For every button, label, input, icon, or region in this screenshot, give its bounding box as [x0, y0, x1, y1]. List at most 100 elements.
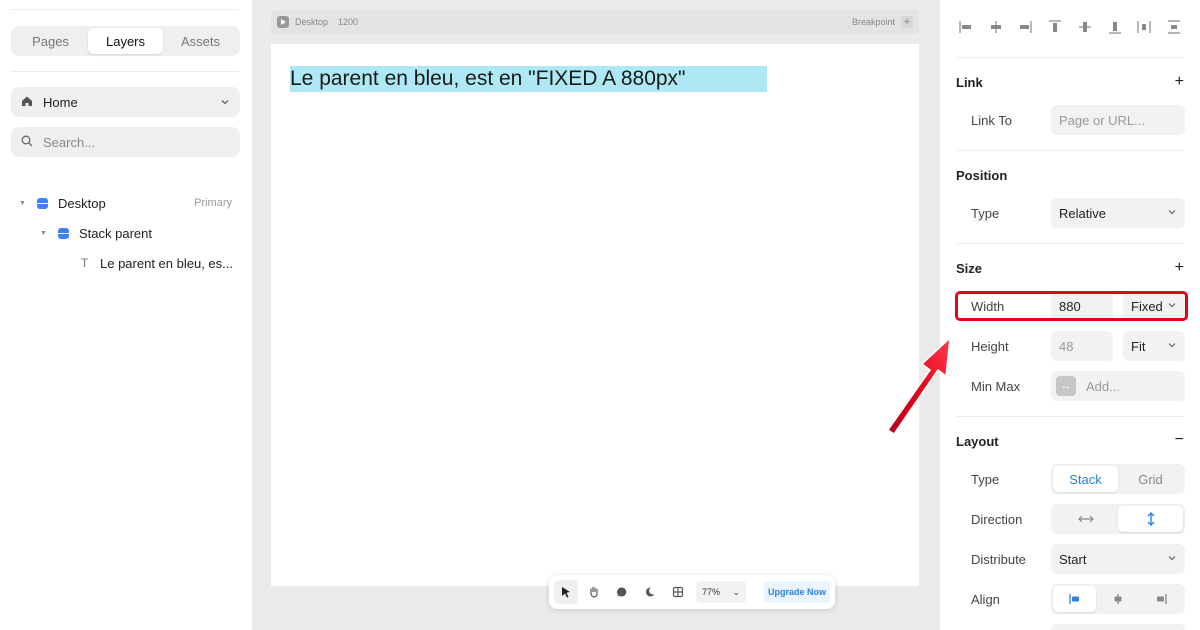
divider [11, 71, 239, 72]
hand-tool-icon[interactable] [582, 580, 606, 604]
size-section-title: Size [956, 261, 983, 276]
divider [956, 416, 1184, 417]
stack-icon [58, 227, 69, 239]
bottom-toolbar: 77% ⌄ Upgrade Now [549, 575, 835, 609]
minmax-placeholder: Add... [1086, 378, 1120, 394]
align-end-icon[interactable] [1140, 586, 1183, 612]
height-mode-select[interactable]: Fit [1123, 331, 1185, 361]
chevron-down-icon [1167, 207, 1177, 219]
desktop-frame[interactable]: Le parent en bleu, est en "FIXED A 880px… [271, 44, 919, 586]
add-link-icon[interactable]: + [1175, 74, 1184, 90]
caret-down-icon[interactable]: ▼ [19, 200, 29, 207]
next-row-input[interactable] [1051, 624, 1185, 630]
align-middle-icon[interactable] [1096, 586, 1139, 612]
text-icon: T [80, 256, 89, 270]
align-toggle [1051, 584, 1185, 614]
position-type-select[interactable]: Relative [1051, 198, 1185, 228]
selected-text-element[interactable]: Le parent en bleu, est en "FIXED A 880px… [290, 66, 767, 92]
page-select-label: Home [43, 94, 78, 110]
layout-type-toggle: Stack Grid [1051, 464, 1185, 494]
link-to-input[interactable]: Page or URL... [1051, 105, 1185, 135]
position-section-title: Position [956, 168, 1008, 183]
caret-down-icon[interactable]: ▼ [40, 230, 50, 237]
position-type-label: Type [971, 206, 1000, 221]
height-input[interactable]: 48 [1051, 331, 1113, 361]
divider [956, 57, 1184, 58]
layer-search-input[interactable]: Search... [11, 127, 240, 157]
align-label: Align [971, 592, 1000, 607]
grid-icon[interactable] [666, 580, 690, 604]
align-top-icon[interactable] [1045, 16, 1065, 38]
height-label: Height [971, 339, 1009, 354]
align-bottom-icon[interactable] [1105, 16, 1125, 38]
distribute-label: Distribute [971, 552, 1026, 567]
layout-section-title: Layout [956, 434, 999, 449]
tab-assets[interactable]: Assets [163, 28, 238, 54]
home-icon [21, 95, 33, 110]
chevron-down-icon [220, 95, 230, 110]
search-placeholder: Search... [43, 134, 96, 150]
breakpoint-label[interactable]: Breakpoint [852, 17, 895, 27]
divider [11, 9, 239, 10]
search-icon [21, 135, 33, 150]
distribute-h-icon[interactable] [1134, 16, 1154, 38]
play-icon[interactable] [277, 16, 289, 28]
link-section-title: Link [956, 75, 983, 90]
tab-pages[interactable]: Pages [13, 28, 88, 54]
layer-item-text[interactable]: T Le parent en bleu, es... [11, 250, 240, 276]
layer-label: Stack parent [79, 225, 152, 241]
layer-label: Desktop [58, 195, 106, 211]
frame-width: 1200 [338, 17, 359, 27]
tab-layers[interactable]: Layers [88, 28, 163, 54]
zoom-select[interactable]: 77% ⌄ [696, 581, 746, 603]
comment-tool-icon[interactable] [610, 580, 634, 604]
distribute-select[interactable]: Start [1051, 544, 1185, 574]
direction-toggle [1051, 504, 1185, 534]
annotation-arrow-icon [886, 336, 951, 436]
resize-arrows-icon: ↔ [1056, 376, 1076, 396]
align-left-icon[interactable] [956, 16, 976, 38]
align-center-h-icon[interactable] [986, 16, 1006, 38]
canvas[interactable]: Desktop 1200 Breakpoint + Le parent en b… [253, 0, 940, 630]
upgrade-button[interactable]: Upgrade Now [764, 581, 830, 603]
height-value: 48 [1059, 338, 1074, 354]
width-highlight-box [955, 291, 1188, 321]
add-breakpoint-icon[interactable]: + [901, 16, 913, 28]
vertical-arrow-icon[interactable] [1118, 506, 1183, 532]
page-select[interactable]: Home [11, 87, 240, 117]
left-panel: Pages Layers Assets Home Search... ▼ Des… [0, 0, 253, 630]
alignment-toolbar [956, 16, 1184, 38]
position-type-value: Relative [1059, 205, 1106, 221]
direction-label: Direction [971, 512, 1023, 527]
frame-header[interactable]: Desktop 1200 Breakpoint + [271, 10, 919, 34]
collapse-layout-icon[interactable]: − [1175, 432, 1184, 448]
chevron-down-icon [1167, 340, 1177, 352]
distribute-value: Start [1059, 551, 1087, 567]
layout-type-label: Type [971, 472, 1000, 487]
zoom-value: 77% [702, 587, 721, 597]
horizontal-arrow-icon[interactable] [1053, 506, 1118, 532]
stack-icon [37, 197, 48, 209]
align-start-icon[interactable] [1053, 586, 1097, 612]
divider [956, 243, 1184, 244]
link-to-placeholder: Page or URL... [1059, 112, 1145, 128]
add-size-icon[interactable]: + [1175, 260, 1184, 276]
primary-badge: Primary [194, 197, 232, 209]
height-mode-value: Fit [1131, 338, 1146, 354]
link-to-label: Link To [971, 113, 1012, 128]
layout-type-grid[interactable]: Grid [1118, 466, 1183, 492]
layout-type-stack[interactable]: Stack [1053, 466, 1118, 492]
layer-item-stack-parent[interactable]: ▼ Stack parent [11, 220, 240, 246]
chevron-down-icon [1167, 553, 1177, 565]
frame-name: Desktop [295, 17, 329, 27]
pointer-tool-icon[interactable] [554, 580, 578, 604]
distribute-v-icon[interactable] [1164, 16, 1184, 38]
dark-mode-icon[interactable] [638, 580, 662, 604]
layer-label: Le parent en bleu, es... [100, 255, 233, 271]
layer-item-desktop[interactable]: ▼ Desktop Primary [11, 190, 240, 216]
minmax-input[interactable]: ↔ Add... [1051, 371, 1185, 401]
panel-tabs: Pages Layers Assets [11, 26, 240, 56]
divider [956, 150, 1184, 151]
align-center-v-icon[interactable] [1075, 16, 1095, 38]
align-right-icon[interactable] [1015, 16, 1035, 38]
